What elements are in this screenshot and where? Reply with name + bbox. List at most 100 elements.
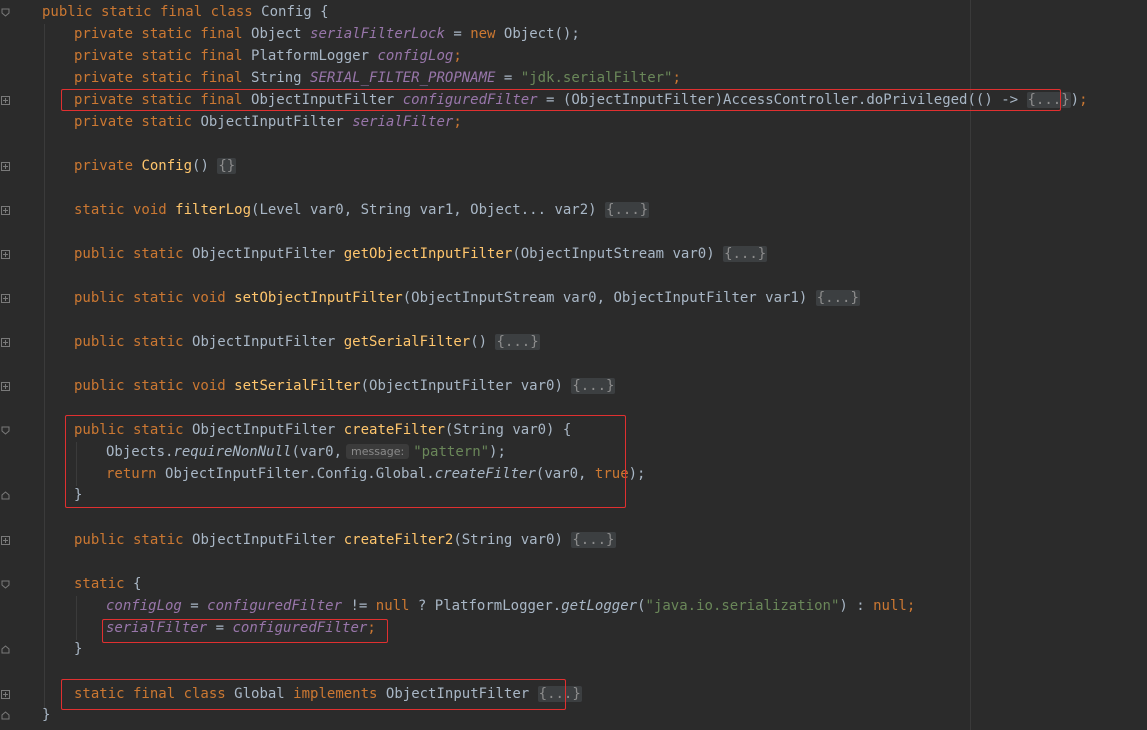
- semicolon: ;: [906, 598, 916, 614]
- code-line[interactable]: private static final String SERIAL_FILTE…: [74, 67, 681, 89]
- field-name: configLog: [377, 48, 454, 64]
- folded-code-placeholder[interactable]: {...}: [571, 532, 616, 548]
- brace: }: [42, 707, 51, 723]
- field-name: SERIAL_FILTER_PROPNAME: [310, 70, 496, 86]
- parameter-list: (): [470, 334, 488, 350]
- parameter-list: (ObjectInputStream var0, ObjectInputFilt…: [402, 290, 808, 306]
- code-line[interactable]: }: [74, 638, 82, 660]
- highlight-box: [65, 415, 626, 508]
- keyword: static void: [74, 202, 167, 218]
- fold-class-icon[interactable]: [1, 8, 10, 17]
- code-line[interactable]: configLog = configuredFilter != null ? P…: [106, 595, 915, 617]
- parameter-list: (Level var0, String var1, Object... var2…: [251, 202, 597, 218]
- keyword: null: [375, 598, 410, 614]
- method-name: createFilter2: [343, 532, 454, 548]
- keyword: null: [873, 598, 907, 614]
- keyword: private static final: [74, 26, 243, 42]
- class-name: Config: [261, 4, 312, 20]
- keyword: public static final class: [42, 4, 253, 20]
- string-literal: "java.io.serialization": [645, 598, 840, 614]
- folded-code-placeholder[interactable]: {...}: [723, 246, 768, 262]
- fold-end-icon[interactable]: [1, 711, 10, 720]
- fold-expand-icon[interactable]: [1, 294, 10, 303]
- folded-code-placeholder[interactable]: {...}: [571, 378, 616, 394]
- keyword: private: [74, 158, 134, 174]
- operator: ) :: [839, 598, 865, 614]
- fold-expand-icon[interactable]: [1, 690, 10, 699]
- folded-code-placeholder[interactable]: {...}: [495, 334, 540, 350]
- code-line[interactable]: private static final PlatformLogger conf…: [74, 45, 462, 67]
- fold-collapse-icon[interactable]: [1, 580, 10, 589]
- keyword: new: [470, 26, 496, 42]
- code-line[interactable]: static {: [74, 573, 141, 595]
- code-line[interactable]: public static void setSerialFilter(Objec…: [74, 375, 616, 397]
- parameter-list: (String var0): [453, 532, 563, 548]
- code-line[interactable]: public static ObjectInputFilter getSeria…: [74, 331, 540, 353]
- type-name: ObjectInputFilter: [200, 114, 344, 130]
- highlight-box: [61, 679, 566, 710]
- expression: ? PlatformLogger.: [417, 598, 562, 614]
- folded-code-placeholder[interactable]: {}: [217, 158, 237, 174]
- indent-guide: [76, 596, 77, 640]
- method-name: getObjectInputFilter: [343, 246, 513, 262]
- field-name: serialFilter: [352, 114, 454, 130]
- fold-expand-icon[interactable]: [1, 382, 10, 391]
- fold-expand-icon[interactable]: [1, 206, 10, 215]
- code-line[interactable]: private Config() {}: [74, 155, 237, 177]
- operator: =: [190, 598, 199, 614]
- highlight-box: [102, 619, 388, 643]
- editor-gutter: [0, 0, 14, 730]
- method-name: filterLog: [175, 202, 252, 218]
- field-name: serialFilterLock: [310, 26, 445, 42]
- code-line[interactable]: public static final class Config {: [42, 1, 329, 23]
- keyword: private static: [74, 114, 193, 130]
- folded-code-placeholder[interactable]: {...}: [815, 290, 860, 306]
- keyword: private static final: [74, 48, 243, 64]
- code-line[interactable]: private static ObjectInputFilter serialF…: [74, 111, 462, 133]
- code-line[interactable]: static void filterLog(Level var0, String…: [74, 199, 650, 221]
- fold-expand-icon[interactable]: [1, 96, 10, 105]
- method-name: Config: [141, 158, 193, 174]
- string-literal: "jdk.serialFilter": [520, 70, 673, 86]
- keyword: private static final: [74, 70, 243, 86]
- fold-expand-icon[interactable]: [1, 338, 10, 347]
- code-line[interactable]: public static void setObjectInputFilter(…: [74, 287, 860, 309]
- keyword: public static: [74, 334, 184, 350]
- code-line[interactable]: }: [42, 704, 50, 726]
- code-line[interactable]: public static ObjectInputFilter getObjec…: [74, 243, 768, 265]
- fold-expand-icon[interactable]: [1, 536, 10, 545]
- parameter-list: (ObjectInputFilter var0): [360, 378, 563, 394]
- indent-guide: [44, 24, 45, 708]
- fold-end-icon[interactable]: [1, 645, 10, 654]
- highlight-box: [61, 89, 1061, 111]
- type-name: ObjectInputFilter: [192, 532, 336, 548]
- type-name: ObjectInputFilter: [192, 246, 336, 262]
- parameter-list: (ObjectInputStream var0): [512, 246, 715, 262]
- fold-expand-icon[interactable]: [1, 162, 10, 171]
- keyword: public static void: [74, 378, 226, 394]
- method-call: getLogger: [561, 598, 638, 614]
- fold-expand-icon[interactable]: [1, 250, 10, 259]
- code-line[interactable]: private static final Object serialFilter…: [74, 23, 580, 45]
- expression: Object();: [503, 26, 580, 42]
- brace: {: [133, 576, 142, 592]
- type-name: String: [251, 70, 302, 86]
- field-name: configuredFilter: [207, 598, 343, 614]
- fold-collapse-icon[interactable]: [1, 426, 10, 435]
- keyword: static: [74, 576, 125, 592]
- brace: }: [74, 641, 83, 657]
- keyword: public static void: [74, 290, 226, 306]
- fold-end-icon[interactable]: [1, 491, 10, 500]
- expression: );: [628, 466, 646, 482]
- code-line[interactable]: public static ObjectInputFilter createFi…: [74, 529, 616, 551]
- method-name: getSerialFilter: [343, 334, 471, 350]
- type-name: Object: [251, 26, 302, 42]
- operator: !=: [350, 598, 368, 614]
- type-name: PlatformLogger: [251, 48, 370, 64]
- folded-code-placeholder[interactable]: {...}: [605, 202, 650, 218]
- keyword: public static: [74, 246, 184, 262]
- keyword: public static: [74, 532, 184, 548]
- field-name: configLog: [106, 598, 182, 614]
- brace: {: [320, 4, 329, 20]
- method-name: setObjectInputFilter: [234, 290, 403, 306]
